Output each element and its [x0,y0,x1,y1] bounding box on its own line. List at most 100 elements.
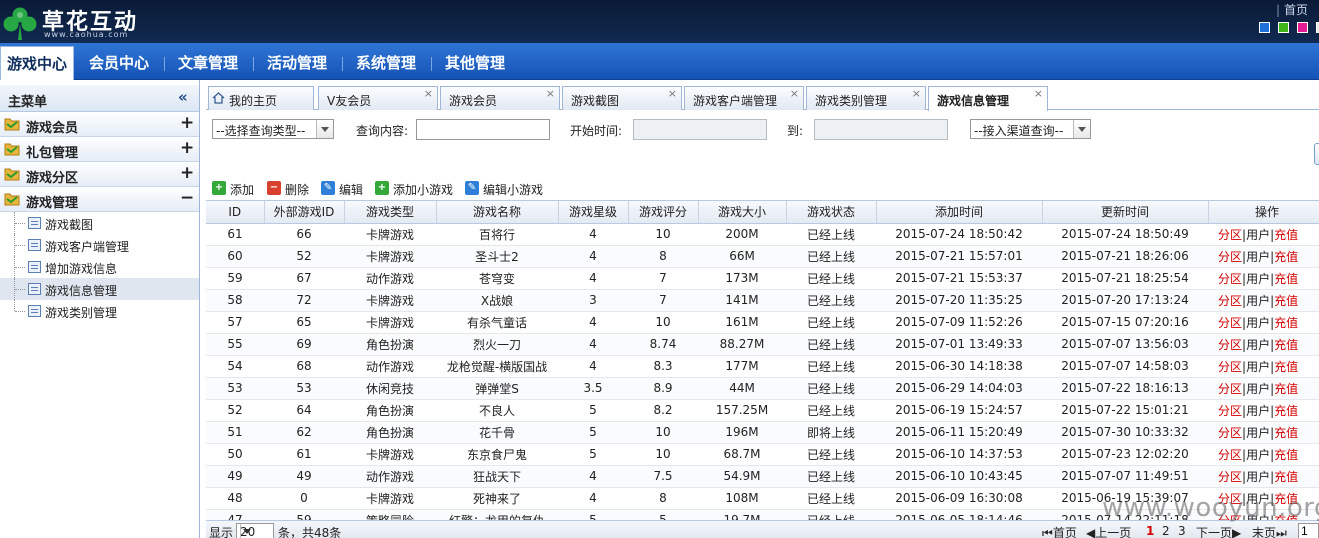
start-time-input[interactable] [633,119,767,140]
sidebar-item-client-manage[interactable]: 游戏客户端管理 [0,234,199,256]
user-link[interactable]: 用户 [1246,470,1270,484]
sidebar-item-category-manage[interactable]: 游戏类别管理 [0,300,199,322]
skin-blue-swatch[interactable] [1259,22,1270,33]
column-header[interactable]: 操作 [1208,201,1319,224]
table-row[interactable]: 4759策略冒险红警：龙甲的复仇5519.7M已经上线2015-06-05 18… [206,509,1319,520]
nav-member-center[interactable]: 会员中心 [83,46,155,80]
column-header[interactable]: 更新时间 [1042,201,1209,224]
close-tab-icon[interactable]: × [790,87,799,100]
edit-button[interactable]: ✎ 编辑 [321,180,373,198]
column-header[interactable]: 游戏大小 [698,201,787,224]
table-row[interactable]: 55 69 角色扮演 烈火一刀 4 8.74 88.27M 已经上线 2015-07-01 13… [206,333,1319,356]
tab-game-screenshot[interactable]: 游戏截图 × [562,86,682,110]
table-row[interactable]: 52 64 角色扮演 不良人 5 8.2 157.25M 已经上线 2015-06-19 15:… [206,399,1319,422]
sidebar-item-game-info-manage[interactable]: 游戏信息管理 [0,278,199,300]
nav-article-manage[interactable]: 文章管理 [172,46,244,80]
edit-mini-game-button[interactable]: ✎ 编辑小游戏 [465,180,551,198]
zone-link[interactable]: 分区 [1218,448,1242,462]
tab-home[interactable]: 我的主页 [208,86,314,110]
zone-link[interactable]: 分区 [1218,250,1242,264]
last-page-button[interactable]: 末页⏭ [1252,524,1287,538]
column-header[interactable]: 游戏评分 [628,201,699,224]
table-row[interactable]: 59 67 动作游戏 苍穹变 4 7 173M 已经上线 2015-07-21 15:53:37… [206,267,1319,290]
table-row[interactable]: 53 53 休闲竞技 弹弹堂S 3.5 8.9 44M 已经上线 2015-06-29 14:0… [206,377,1319,400]
query-type-select[interactable]: --选择查询类型-- [212,119,334,139]
close-tab-icon[interactable]: × [1034,87,1043,100]
user-link[interactable]: 用户 [1246,272,1270,286]
column-header[interactable]: 添加时间 [876,201,1043,224]
table-row[interactable]: 60 52 卡牌游戏 圣斗士2 4 8 66M 已经上线 2015-07-21 15:57:01… [206,245,1319,268]
collapse-icon[interactable]: − [180,188,194,208]
next-page-button[interactable]: 下一页▶ [1196,524,1241,538]
goto-page-input[interactable] [1298,523,1319,538]
sidebar-cat-game-member[interactable]: 游戏会员 + [0,112,199,137]
column-header[interactable]: 游戏类型 [344,201,437,224]
page-size-select[interactable]: 20 [236,523,274,538]
table-row[interactable]: 57 65 卡牌游戏 有杀气童话 4 10 161M 已经上线 2015-07-09 11:52… [206,311,1319,334]
user-link[interactable]: 用户 [1246,404,1270,418]
skin-pink-swatch[interactable] [1297,22,1308,33]
nav-system-manage[interactable]: 系统管理 [350,46,422,80]
column-header[interactable]: ID [206,201,265,224]
recharge-link[interactable]: 充值 [1274,228,1298,242]
zone-link[interactable]: 分区 [1218,338,1242,352]
add-button[interactable]: + 添加 [212,180,264,198]
recharge-link[interactable]: 充值 [1274,470,1298,484]
recharge-link[interactable]: 充值 [1274,250,1298,264]
sidebar-item-add-game-info[interactable]: 增加游戏信息 [0,256,199,278]
table-row[interactable]: 50 61 卡牌游戏 东京食尸鬼 5 10 68.7M 已经上线 2015-06-10 14:3… [206,443,1319,466]
nav-game-center[interactable]: 游戏中心 [0,46,75,80]
zone-link[interactable]: 分区 [1218,272,1242,286]
column-header[interactable]: 游戏星级 [558,201,629,224]
user-link[interactable]: 用户 [1246,316,1270,330]
close-tab-icon[interactable]: × [546,87,555,100]
query-content-input[interactable] [416,119,550,140]
recharge-link[interactable]: 充值 [1274,492,1298,506]
nav-other-manage[interactable]: 其他管理 [439,46,511,80]
close-tab-icon[interactable]: × [424,87,433,100]
recharge-link[interactable]: 充值 [1274,448,1298,462]
expand-icon[interactable]: + [180,138,194,158]
column-header[interactable]: 游戏名称 [436,201,559,224]
home-link[interactable]: 首页 [1284,3,1308,17]
user-link[interactable]: 用户 [1246,338,1270,352]
page-number[interactable]: 2 [1162,524,1170,538]
tab-game-info-manage[interactable]: 游戏信息管理 × [928,86,1048,111]
table-row[interactable]: 54 68 动作游戏 龙枪觉醒-横版国战 4 8.3 177M 已经上线 2015-06-30 … [206,355,1319,378]
close-tab-icon[interactable]: × [912,87,921,100]
recharge-link[interactable]: 充值 [1274,360,1298,374]
page-number[interactable]: 1 [1146,524,1154,538]
zone-link[interactable]: 分区 [1218,492,1242,506]
user-link[interactable]: 用户 [1246,250,1270,264]
collapse-sidebar-icon[interactable]: « [178,88,188,106]
zone-link[interactable]: 分区 [1218,360,1242,374]
table-row[interactable]: 61 66 卡牌游戏 百将行 4 10 200M 已经上线 2015-07-24 18:50:4… [206,223,1319,246]
table-row[interactable]: 58 72 卡牌游戏 X战娘 3 7 141M 已经上线 2015-07-20 11:35:25… [206,289,1319,312]
tab-client-manage[interactable]: 游戏客户端管理 × [684,86,804,110]
zone-link[interactable]: 分区 [1218,382,1242,396]
user-link[interactable]: 用户 [1246,228,1270,242]
user-link[interactable]: 用户 [1246,294,1270,308]
tab-game-member[interactable]: 游戏会员 × [440,86,560,110]
sidebar-item-game-screenshot[interactable]: 游戏截图 [0,212,199,234]
skin-green-swatch[interactable] [1278,22,1289,33]
recharge-link[interactable]: 充值 [1274,338,1298,352]
recharge-link[interactable]: 充值 [1274,272,1298,286]
table-row[interactable]: 51 62 角色扮演 花千骨 5 10 196M 即将上线 2015-06-11 15:20:4… [206,421,1319,444]
user-link[interactable]: 用户 [1246,360,1270,374]
logo[interactable]: 草花互动 www.caohua.com [2,2,152,40]
recharge-link[interactable]: 充值 [1274,426,1298,440]
prev-page-button[interactable]: ◀上一页 [1086,524,1131,538]
tab-vyou-member[interactable]: V友会员 × [318,86,438,110]
zone-link[interactable]: 分区 [1218,294,1242,308]
table-row[interactable]: 48 0 卡牌游戏 死神来了 4 8 108M 已经上线 2015-06-09 16:30:08… [206,487,1319,510]
user-link[interactable]: 用户 [1246,492,1270,506]
sidebar-cat-gift-manage[interactable]: 礼包管理 + [0,137,199,162]
channel-select[interactable]: --接入渠道查询-- [970,119,1091,139]
recharge-link[interactable]: 充值 [1274,316,1298,330]
sidebar-cat-game-zone[interactable]: 游戏分区 + [0,162,199,187]
sidebar-cat-game-manage[interactable]: 游戏管理 − [0,187,199,212]
user-link[interactable]: 用户 [1246,426,1270,440]
close-tab-icon[interactable]: × [668,87,677,100]
zone-link[interactable]: 分区 [1218,316,1242,330]
